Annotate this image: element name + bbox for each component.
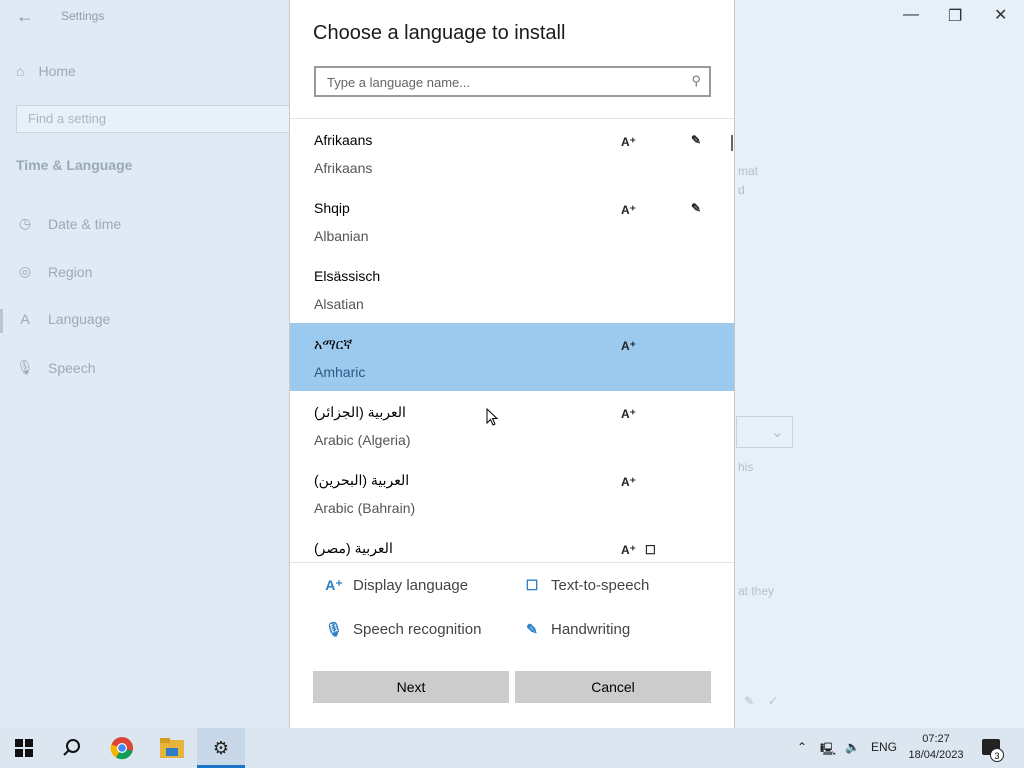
clock-time: 07:27 — [922, 733, 950, 745]
legend-text-to-speech: ☐ Text-to-speech — [523, 577, 650, 594]
display-language-icon: A⁺ — [621, 543, 636, 557]
microphone-icon: 🎙 — [16, 359, 34, 375]
clock-icon: ◷ — [18, 215, 32, 231]
language-list[interactable]: Afrikaans Afrikaans A⁺ ✎ Shqip Albanian A⁺ ✎ Els… — [290, 119, 734, 561]
language-english-name: Arabic (Algeria) — [314, 432, 411, 448]
home-icon: ⌂ — [16, 63, 25, 79]
nav-item-language[interactable]: A Language — [16, 311, 110, 327]
language-row[interactable]: العربية (الجزائر) Arabic (Algeria) A⁺ — [290, 391, 734, 459]
language-native-name: አማርኛ — [314, 336, 353, 352]
language-row[interactable]: Elsässisch Alsatian — [290, 255, 734, 323]
volume-icon[interactable]: 🔈 — [845, 740, 860, 754]
search-icon[interactable] — [62, 738, 82, 758]
legend-label: Handwriting — [551, 621, 631, 638]
language-search-input[interactable] — [325, 72, 679, 93]
language-native-name: Elsässisch — [314, 268, 381, 284]
background-text: his — [738, 460, 754, 474]
language-native-name: Shqip — [314, 200, 350, 216]
mouse-cursor-icon — [486, 408, 498, 426]
legend-display-language: A⁺ Display language — [325, 577, 468, 594]
search-icon[interactable]: ⚲ — [691, 73, 701, 89]
handwriting-icon: ✎ — [744, 694, 755, 708]
chevron-down-icon: ⌄ — [770, 424, 784, 441]
nav-item-label: Language — [48, 311, 111, 327]
display-language-icon: A⁺ — [621, 203, 636, 217]
language-row[interactable]: العربية (البحرين) Arabic (Bahrain) A⁺ — [290, 459, 734, 527]
language-english-name: Alsatian — [314, 296, 364, 312]
next-button[interactable]: Next — [313, 671, 509, 703]
language-native-name: Afrikaans — [314, 132, 373, 148]
globe-icon: ◎ — [18, 263, 32, 279]
language-row[interactable]: አማርኛ Amharic A⁺ — [290, 323, 734, 391]
legend-handwriting: ✎ Handwriting — [523, 621, 630, 638]
text-to-speech-icon: ☐ — [645, 543, 656, 557]
handwriting-icon: ✎ — [691, 201, 702, 215]
clock-date: 18/04/2023 — [908, 749, 964, 761]
nav-item-region[interactable]: ◎ Region — [16, 263, 92, 280]
language-native-name: العربية (البحرين) — [314, 472, 410, 488]
settings-gear-icon[interactable]: ⚙ — [208, 735, 234, 761]
language-search-box[interactable]: ⚲ — [314, 66, 711, 97]
language-row[interactable]: العربية (مصر) A⁺ ☐ — [290, 527, 734, 561]
divider — [290, 562, 734, 563]
text-to-speech-icon: ☐ — [525, 577, 539, 593]
legend-label: Speech recognition — [353, 621, 482, 638]
back-arrow-icon[interactable]: ← — [16, 6, 34, 27]
legend-label: Display language — [353, 577, 469, 594]
windows-start-icon[interactable] — [15, 739, 33, 757]
language-row[interactable]: Shqip Albanian A⁺ ✎ — [290, 187, 734, 255]
language-native-name: العربية (مصر) — [314, 540, 393, 556]
language-icon: A — [20, 311, 30, 327]
language-english-name: Arabic (Bahrain) — [314, 500, 416, 516]
nav-home[interactable]: ⌂ Home — [16, 63, 76, 79]
background-text: mat — [738, 164, 759, 178]
language-english-name: Afrikaans — [314, 160, 373, 176]
chrome-icon[interactable] — [110, 736, 134, 760]
background-text: at they — [738, 584, 775, 598]
dialog-title: Choose a language to install — [313, 22, 566, 44]
input-language-indicator[interactable]: ENG — [871, 740, 897, 754]
chevron-up-icon[interactable]: ⌃ — [797, 740, 807, 754]
clock[interactable]: 07:27 18/04/2023 — [898, 731, 974, 763]
background-dropdown: ⌄ — [736, 416, 793, 448]
cancel-button[interactable]: Cancel — [515, 671, 711, 703]
background-text: d — [738, 183, 745, 197]
display-language-icon: A⁺ — [325, 577, 343, 593]
spellcheck-icon: ✓ — [768, 694, 779, 708]
nav-item-label: Date & time — [48, 215, 122, 232]
legend-speech-recognition: 🎙 Speech recognition — [325, 621, 481, 638]
display-language-icon: A⁺ — [621, 339, 636, 353]
display-language-icon: A⁺ — [621, 475, 636, 489]
nav-home-label: Home — [38, 63, 76, 79]
restore-icon[interactable]: ❐ — [948, 6, 962, 26]
nav-item-label: Speech — [48, 359, 96, 376]
notification-badge: 3 — [990, 748, 1004, 762]
network-icon[interactable]: 🖳 — [820, 740, 836, 761]
app-title: Settings — [61, 9, 105, 23]
file-explorer-icon[interactable] — [160, 738, 184, 758]
display-language-icon: A⁺ — [621, 407, 636, 421]
choose-language-dialog: Choose a language to install ⚲ Afrikaans… — [289, 0, 735, 728]
minimize-icon[interactable]: — — [903, 6, 919, 24]
scrollbar-thumb[interactable] — [731, 135, 733, 151]
nav-item-date-time[interactable]: ◷ Date & time — [16, 215, 121, 232]
language-english-name: Amharic — [314, 364, 366, 380]
section-title: Time & Language — [16, 157, 133, 173]
nav-selection-indicator — [0, 309, 3, 333]
legend-label: Text-to-speech — [551, 577, 650, 594]
language-english-name: Albanian — [314, 228, 369, 244]
handwriting-icon: ✎ — [526, 621, 538, 637]
close-icon[interactable]: ✕ — [994, 5, 1007, 25]
language-row[interactable]: Afrikaans Afrikaans A⁺ ✎ — [290, 119, 734, 187]
nav-item-speech[interactable]: 🎙 Speech — [16, 359, 95, 376]
nav-item-label: Region — [48, 263, 93, 280]
language-native-name: العربية (الجزائر) — [314, 404, 406, 420]
display-language-icon: A⁺ — [621, 135, 636, 149]
handwriting-icon: ✎ — [691, 133, 702, 147]
settings-sidebar: ← Settings ⌂ Home Find a setting Time & … — [0, 0, 292, 728]
microphone-icon: 🎙 — [325, 621, 343, 637]
find-setting-input[interactable]: Find a setting — [16, 105, 292, 133]
